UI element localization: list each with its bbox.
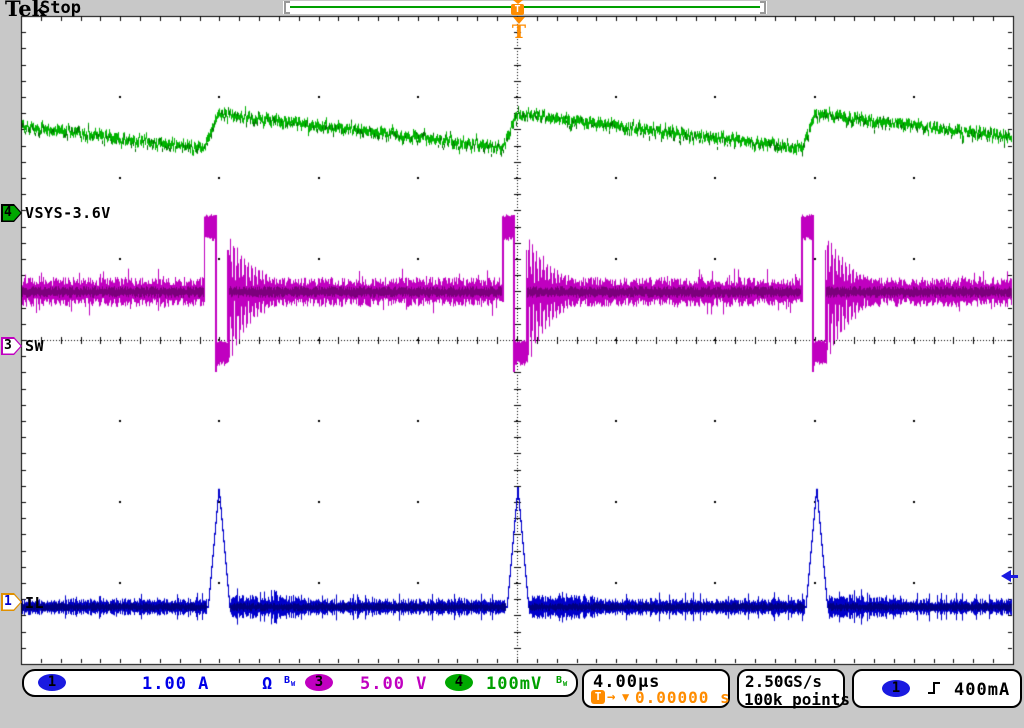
- waveform-display: [0, 0, 1024, 728]
- trigger-position-readout: 0.00000 s: [635, 688, 731, 707]
- ch3-scale: 5.00 V: [360, 674, 427, 694]
- ch1-waveform-label: IL: [25, 594, 44, 612]
- record-view-bar: T: [283, 1, 767, 14]
- ch1-bandwidth-indicator: BW: [284, 675, 296, 688]
- record-trigger-position-marker: T: [510, 0, 525, 15]
- trigger-t-badge-icon: T: [591, 690, 605, 704]
- ch4-waveform-label: VSYS-3.6V: [25, 204, 111, 222]
- record-waveform-line: [290, 6, 760, 8]
- horizontal-readout-box: 4.00µs T → ▼ 0.00000 s: [582, 669, 730, 708]
- acquisition-readout-box: 2.50GS/s 100k points: [737, 669, 845, 708]
- rising-edge-icon: [926, 680, 942, 696]
- trigger-flag-t-icon: T: [510, 24, 528, 41]
- ch1-bw-b: B: [284, 675, 291, 686]
- trigger-level-arrow-head: [1001, 570, 1011, 582]
- ch3-badge: 3: [305, 674, 333, 691]
- trigger-level-arrow-icon: [1001, 570, 1011, 582]
- channel-3-marker: 3: [1, 337, 22, 355]
- trigger-position-flag: T: [510, 17, 528, 41]
- trigger-marker-icon: ▼: [622, 690, 630, 704]
- channel-1-marker: 1: [1, 593, 22, 611]
- acquisition-status: Stop: [40, 0, 81, 18]
- ch4-bw-b: B: [556, 675, 563, 686]
- trigger-readout-box: 1 400mA: [852, 669, 1022, 708]
- ch1-scale: 1.00 A: [142, 674, 209, 694]
- ch4-scale: 100mV: [486, 674, 542, 694]
- trigger-level-arrow-tail: [1011, 575, 1018, 578]
- trigger-t-icon: T: [511, 4, 524, 15]
- ch3-waveform-label: SW: [25, 337, 44, 355]
- trigger-arrow-icon: →: [607, 689, 616, 705]
- oscilloscope-screenshot: { "header": { "logo": "Tek", "status": "…: [0, 0, 1024, 728]
- ch4-bandwidth-indicator: BW: [556, 675, 568, 688]
- ch1-coupling: Ω: [262, 674, 273, 694]
- channel-3-marker-number: 3: [4, 338, 12, 353]
- ch1-bw-w: W: [291, 680, 296, 688]
- channel-readouts-box: 1 1.00 A Ω BW 3 5.00 V 4 100mV BW: [22, 669, 578, 697]
- record-length: 100k points: [744, 690, 850, 709]
- trigger-level-readout: 400mA: [954, 680, 1010, 700]
- channel-4-marker: 4: [1, 204, 22, 222]
- ch4-bw-w: W: [563, 680, 568, 688]
- ch4-badge: 4: [445, 674, 473, 691]
- ch1-badge: 1: [38, 674, 66, 691]
- channel-4-marker-number: 4: [4, 205, 12, 220]
- trigger-source-badge: 1: [882, 680, 910, 697]
- record-window-right-bracket-icon: [760, 1, 766, 14]
- sample-rate: 2.50GS/s: [745, 672, 822, 691]
- channel-1-marker-number: 1: [4, 594, 12, 609]
